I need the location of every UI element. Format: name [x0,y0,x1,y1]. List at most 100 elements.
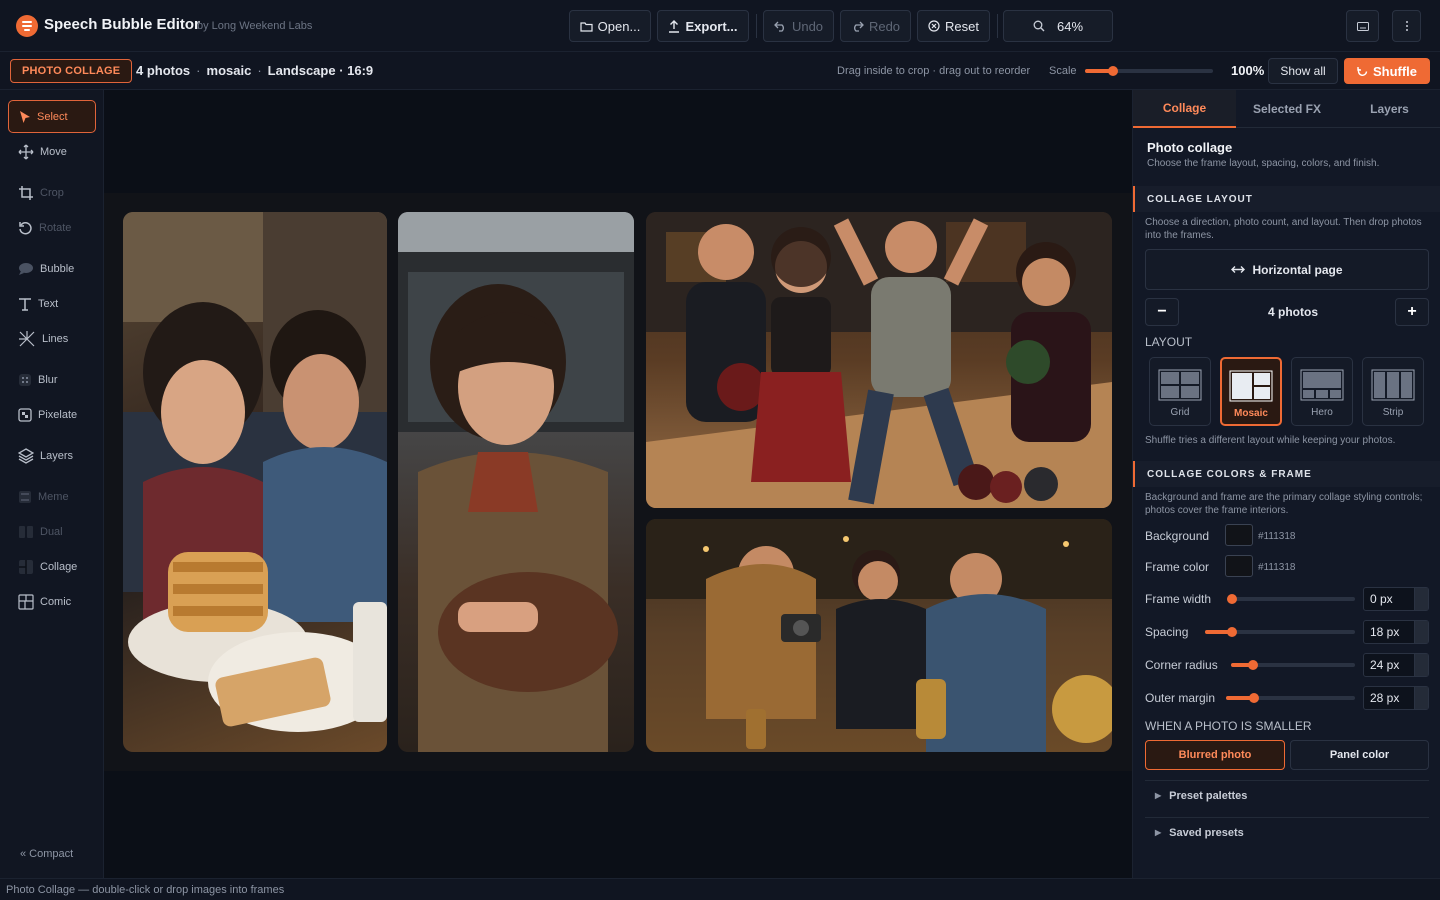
zoom-control[interactable]: 64% [1003,10,1113,42]
background-label: Background [1145,529,1210,543]
tool-move[interactable]: Move [8,139,96,165]
tool-label: Dual [40,526,63,538]
outer-margin-input[interactable]: 28 px [1363,686,1429,710]
stepper-spin[interactable] [1414,621,1428,643]
frame-width-input[interactable]: 0 px [1363,587,1429,611]
layout-option-label: Mosaic [1234,408,1268,419]
stepper-spin[interactable] [1414,654,1428,676]
outer-margin-slider-fill [1226,696,1251,700]
preset-palettes-expander[interactable]: ▶ Preset palettes [1145,780,1429,810]
divider [756,14,757,38]
outer-margin-knob[interactable] [1249,693,1259,703]
app-title: Speech Bubble Editor [44,16,200,33]
tool-select[interactable]: Select [8,100,96,133]
undo-button[interactable]: Undo [763,10,834,42]
photo-frame-3[interactable] [646,212,1112,508]
tab-collage[interactable]: Collage [1133,90,1236,128]
tab-selected-fx[interactable]: Selected FX [1236,90,1338,128]
tool-lines[interactable]: Lines [8,326,96,352]
scale-slider[interactable] [1085,66,1213,76]
tab-layers[interactable]: Layers [1338,90,1440,128]
compact-toggle[interactable]: « Compact [20,848,73,860]
frame-width-slider[interactable] [1227,594,1355,604]
tool-label: Move [40,146,67,158]
open-button[interactable]: Open... [569,10,651,42]
layout-option-grid[interactable]: Grid [1149,357,1211,426]
spacing-input[interactable]: 18 px [1363,620,1429,644]
spacing-value: 18 px [1370,625,1400,639]
tool-bubble[interactable]: Bubble [8,256,96,282]
export-label: Export... [685,18,738,34]
blurred-photo-option[interactable]: Blurred photo [1145,740,1285,770]
grid-layout-icon [1158,369,1202,401]
caret-right-icon: ▶ [1155,828,1162,837]
photo-frame-1[interactable] [123,212,387,752]
tool-label: Layers [40,450,74,462]
tool-pixelate[interactable]: Pixelate [8,402,96,428]
corner-radius-value: 24 px [1370,658,1400,672]
saved-presets-expander[interactable]: ▶ Saved presets [1145,817,1429,847]
show-all-button[interactable]: Show all [1268,58,1338,84]
plus-icon: + [1407,303,1417,320]
more-menu-button[interactable] [1392,10,1421,42]
increase-photos-button[interactable]: + [1395,298,1429,326]
photo-frame-2[interactable] [398,212,634,752]
shuffle-button[interactable]: Shuffle [1344,58,1430,84]
redo-button[interactable]: Redo [840,10,911,42]
collage-page[interactable] [104,193,1132,771]
layout-option-mosaic[interactable]: Mosaic [1220,357,1282,426]
photo-frame-4[interactable] [646,519,1112,752]
corner-radius-slider[interactable] [1231,660,1355,670]
background-color-swatch[interactable] [1225,524,1253,546]
top-toolbar: Speech Bubble Editor by Long Weekend Lab… [0,0,1440,52]
section-collage-colors: COLLAGE COLORS & FRAME [1133,461,1440,487]
panel-color-option[interactable]: Panel color [1290,740,1429,770]
spacing-slider[interactable] [1205,627,1355,637]
tool-collage[interactable]: Collage [8,554,96,580]
outer-margin-label: Outer margin [1145,691,1216,705]
upload-icon [669,19,680,33]
tool-meme[interactable]: Meme [8,484,96,510]
editor-canvas[interactable] [104,90,1132,878]
layout-option-hero[interactable]: Hero [1291,357,1353,426]
frame-color-hex: #111318 [1258,562,1296,573]
photo-count: 4 photos [136,63,191,78]
scale-slider-knob[interactable] [1108,66,1119,76]
tool-blur[interactable]: Blur [8,367,96,393]
corner-radius-input[interactable]: 24 px [1363,653,1429,677]
caret-right-icon: ▶ [1155,791,1162,800]
stepper-spin[interactable] [1414,687,1428,709]
tool-layers[interactable]: Layers [8,443,96,469]
redo-icon [854,21,864,32]
undo-icon [774,21,784,32]
blur-icon [19,374,31,386]
layout-option-label: Grid [1170,407,1190,418]
horizontal-arrows-icon [1231,266,1246,273]
export-button[interactable]: Export... [657,10,749,42]
frame-color-swatch[interactable] [1225,555,1253,577]
text-icon [19,298,31,311]
frame-width-knob[interactable] [1227,594,1237,604]
stepper-spin[interactable] [1414,588,1428,610]
tool-comic[interactable]: Comic [8,589,96,615]
tool-crop[interactable]: Crop [8,180,96,206]
collage-meta: 4 photos · mosaic · Landscape · 16:9 [136,63,373,78]
corner-radius-knob[interactable] [1248,660,1258,670]
tool-label: Text [38,298,59,310]
keyboard-button[interactable] [1346,10,1379,42]
tool-text[interactable]: Text [8,291,96,317]
layout-option-strip[interactable]: Strip [1362,357,1424,426]
tool-rotate[interactable]: Rotate [8,215,96,241]
folder-icon [580,21,593,32]
layout-option-label: Hero [1311,407,1333,418]
spacing-knob[interactable] [1227,627,1237,637]
reset-button[interactable]: Reset [917,10,990,42]
decrease-photos-button[interactable]: − [1145,298,1179,326]
tool-dual[interactable]: Dual [8,519,96,545]
saved-presets-label: Saved presets [1169,826,1244,839]
direction-button[interactable]: Horizontal page [1145,249,1429,290]
redo-label: Redo [868,18,901,34]
photo-woman-subway [398,212,634,752]
layers-icon [18,448,34,464]
outer-margin-slider[interactable] [1226,693,1355,703]
